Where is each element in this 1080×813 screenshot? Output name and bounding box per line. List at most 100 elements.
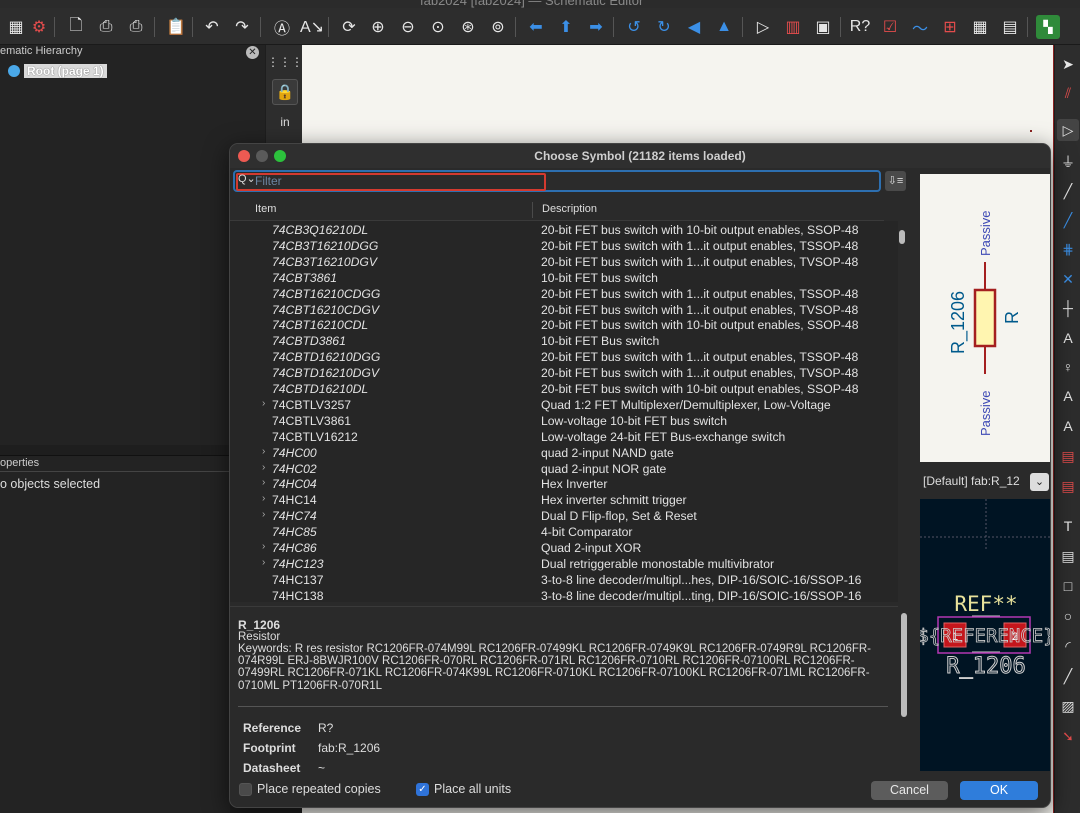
- close-icon[interactable]: ✕: [246, 46, 259, 59]
- zoom-selection-icon[interactable]: ⊚: [486, 15, 510, 39]
- add-line-icon[interactable]: ╱: [1057, 665, 1079, 687]
- hierarchy-root-item[interactable]: Root (page 1): [8, 64, 107, 78]
- zoom-out-icon[interactable]: ⊖: [396, 15, 420, 39]
- list-item[interactable]: 74HC137 3-to-8 line decoder/multipl...hes…: [230, 573, 898, 589]
- list-item[interactable]: › 74CBTLV3257 Quad 1:2 FET Multiplexer/Dem…: [230, 398, 898, 414]
- add-circle-icon[interactable]: ○: [1057, 605, 1079, 627]
- schematic-setup-icon[interactable]: ▦: [4, 15, 28, 39]
- symbol-library-icon[interactable]: ▥: [781, 15, 805, 39]
- symbol-editor-icon[interactable]: ▷: [751, 15, 775, 39]
- list-item[interactable]: 74HC85 4-bit Comparator: [230, 525, 898, 541]
- select-icon[interactable]: ➤: [1057, 53, 1079, 75]
- list-item[interactable]: 74CB3Q16210DL 20-bit FET bus switch with …: [230, 223, 898, 239]
- column-header-description[interactable]: Description: [542, 203, 597, 215]
- undo-icon[interactable]: ↶: [200, 15, 224, 39]
- paste-icon[interactable]: 📋: [164, 15, 188, 39]
- list-item[interactable]: 74CB3T16210DGV 20-bit FET bus switch with…: [230, 255, 898, 271]
- footprint-selector-text[interactable]: [Default] fab:R_12: [923, 474, 1020, 488]
- list-item[interactable]: 74HC138 3-to-8 line decoder/multipl...tin…: [230, 589, 898, 602]
- list-item[interactable]: 74CBTD16210DGG 20-bit FET bus switch with…: [230, 350, 898, 366]
- list-item[interactable]: › 74HC123 Dual retriggerable monostable mu…: [230, 557, 898, 573]
- list-item[interactable]: 74CBT3861 10-bit FET bus switch: [230, 271, 898, 287]
- chevron-right-icon[interactable]: ›: [262, 541, 265, 552]
- cancel-button[interactable]: Cancel: [871, 781, 948, 800]
- chevron-right-icon[interactable]: ›: [262, 398, 265, 409]
- chevron-right-icon[interactable]: ›: [262, 462, 265, 473]
- delete-icon[interactable]: ➘: [1057, 725, 1079, 747]
- list-item[interactable]: 74CB3T16210DGG 20-bit FET bus switch with…: [230, 239, 898, 255]
- chevron-right-icon[interactable]: ›: [262, 493, 265, 504]
- navigate-up-icon[interactable]: ⬆: [554, 15, 578, 39]
- zoom-objects-icon[interactable]: ⊛: [456, 15, 480, 39]
- mirror-horizontal-icon[interactable]: ▲: [712, 15, 736, 39]
- zoom-fit-icon[interactable]: ⊙: [426, 15, 450, 39]
- pcb-editor-icon[interactable]: ▚: [1036, 15, 1060, 39]
- list-item[interactable]: 74CBTLV3861 Low-voltage 10-bit FET bus sw…: [230, 414, 898, 430]
- page-settings-icon[interactable]: ⚙: [27, 15, 51, 39]
- symbol-browser-icon[interactable]: ▣: [811, 15, 835, 39]
- list-item[interactable]: › 74HC14 Hex inverter schmitt trigger: [230, 493, 898, 509]
- units-toggle[interactable]: in: [272, 109, 298, 135]
- no-connect-icon[interactable]: ✕: [1057, 268, 1079, 290]
- list-item[interactable]: 74CBT16210CDGV 20-bit FET bus switch with…: [230, 303, 898, 319]
- chevron-right-icon[interactable]: ›: [262, 477, 265, 488]
- refresh-icon[interactable]: ⟳: [337, 15, 361, 39]
- navigate-forward-icon[interactable]: ➡: [584, 15, 608, 39]
- place-all-units-checkbox[interactable]: ✓: [416, 783, 429, 796]
- add-image-icon[interactable]: ▨: [1057, 695, 1079, 717]
- zoom-in-icon[interactable]: ⊕: [366, 15, 390, 39]
- add-power-icon[interactable]: ⏚: [1057, 151, 1079, 173]
- net-label-icon[interactable]: A: [1057, 327, 1079, 349]
- chevron-right-icon[interactable]: ›: [262, 446, 265, 457]
- add-bus-icon[interactable]: ╱: [1057, 209, 1079, 231]
- mirror-vertical-icon[interactable]: ◀: [682, 15, 706, 39]
- grid-toggle-icon[interactable]: ⋮⋮⋮: [267, 49, 303, 75]
- add-wire-icon[interactable]: ╱: [1057, 180, 1079, 202]
- navigate-back-icon[interactable]: ⬅: [524, 15, 548, 39]
- find-replace-icon[interactable]: A↘: [300, 15, 324, 39]
- rotate-ccw-icon[interactable]: ↺: [622, 15, 646, 39]
- bus-entry-icon[interactable]: ⋕: [1057, 238, 1079, 260]
- search-icon[interactable]: Q⌄: [238, 172, 256, 185]
- details-scrollbar[interactable]: [901, 613, 907, 717]
- redo-icon[interactable]: ↷: [230, 15, 254, 39]
- global-label-icon[interactable]: A: [1057, 385, 1079, 407]
- list-item[interactable]: 74CBTLV16212 Low-voltage 24-bit FET Bus-e…: [230, 430, 898, 446]
- new-page-icon[interactable]: 🗋: [64, 15, 88, 39]
- add-rectangle-icon[interactable]: □: [1057, 575, 1079, 597]
- list-item[interactable]: 74CBTD3861 10-bit FET Bus switch: [230, 334, 898, 350]
- sort-options-button[interactable]: ⇩≡: [885, 171, 906, 191]
- list-item[interactable]: 74CBTD16210DL 20-bit FET bus switch with …: [230, 382, 898, 398]
- list-scrollbar[interactable]: [899, 230, 905, 244]
- minimize-window-button[interactable]: [256, 150, 268, 162]
- import-sheet-pin-icon[interactable]: ▤: [1057, 475, 1079, 497]
- simulator-icon[interactable]: 〜: [908, 15, 932, 39]
- chevron-right-icon[interactable]: ›: [262, 557, 265, 568]
- chevron-right-icon[interactable]: ›: [262, 509, 265, 520]
- place-all-units-label[interactable]: Place all units: [434, 782, 511, 796]
- ok-button[interactable]: OK: [960, 781, 1038, 800]
- list-item[interactable]: › 74HC86 Quad 2-input XOR: [230, 541, 898, 557]
- list-item[interactable]: 74CBT16210CDL 20-bit FET bus switch with …: [230, 318, 898, 334]
- junction-icon[interactable]: ┼: [1057, 297, 1079, 319]
- list-item[interactable]: 74CBT16210CDGG 20-bit FET bus switch with…: [230, 287, 898, 303]
- list-item[interactable]: › 74HC02 quad 2-input NOR gate: [230, 462, 898, 478]
- add-textbox-icon[interactable]: ▤: [1057, 545, 1079, 567]
- plot-icon[interactable]: ⎙: [124, 15, 148, 39]
- list-item[interactable]: 74CBTD16210DGV 20-bit FET bus switch with…: [230, 366, 898, 382]
- place-repeated-label[interactable]: Place repeated copies: [257, 782, 381, 796]
- column-header-item[interactable]: Item: [255, 203, 276, 215]
- add-text-icon[interactable]: T: [1057, 515, 1079, 537]
- add-arc-icon[interactable]: ◜: [1057, 635, 1079, 657]
- maximize-window-button[interactable]: [274, 150, 286, 162]
- lock-icon[interactable]: 🔒: [272, 79, 298, 105]
- add-sheet-icon[interactable]: ▤: [1057, 445, 1079, 467]
- list-item[interactable]: › 74HC00 quad 2-input NAND gate: [230, 446, 898, 462]
- class-directive-icon[interactable]: ♀: [1057, 356, 1079, 378]
- rotate-cw-icon[interactable]: ↻: [652, 15, 676, 39]
- print-icon[interactable]: ⎙: [94, 15, 118, 39]
- add-symbol-icon[interactable]: ▷: [1057, 119, 1079, 141]
- assign-footprints-icon[interactable]: ⊞: [938, 15, 962, 39]
- highlight-net-icon[interactable]: ⫽: [1057, 82, 1079, 104]
- filter-input[interactable]: [255, 173, 535, 188]
